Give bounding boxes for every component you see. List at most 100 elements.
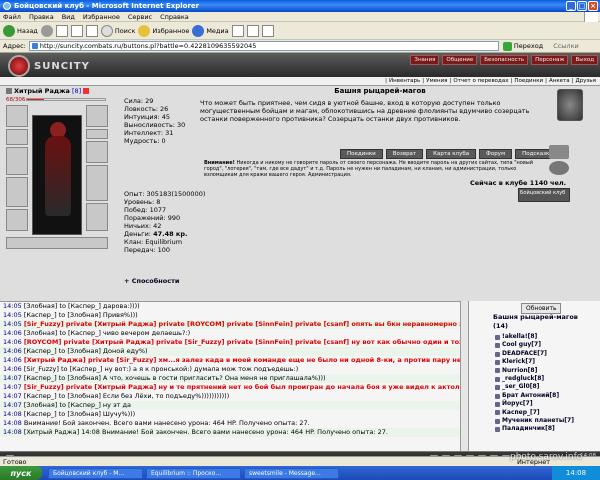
forward-button[interactable] bbox=[40, 24, 53, 37]
user-item[interactable]: _redgluck[8] bbox=[495, 375, 595, 383]
armor-slot[interactable] bbox=[6, 177, 28, 207]
go-button[interactable]: Переход bbox=[502, 41, 543, 51]
return-button[interactable]: Возврат bbox=[385, 149, 424, 159]
nav-communication[interactable]: Общение bbox=[442, 55, 478, 65]
task-forum[interactable]: Equilibrium :: Проско... bbox=[146, 467, 241, 479]
user-item[interactable]: Каспер_[7] bbox=[495, 409, 595, 417]
chat-message: [Хитрый Раджа] private [Sir_Fuzzy] хм...… bbox=[23, 356, 460, 364]
character-name[interactable]: Хитрый Раджа bbox=[14, 87, 70, 95]
search-button[interactable]: Поиск bbox=[100, 24, 135, 37]
home-button[interactable] bbox=[85, 24, 98, 37]
chat-time: 14:06 bbox=[3, 365, 22, 373]
nav-knowledge[interactable]: Знания bbox=[410, 55, 440, 65]
chat-time: 14:05 bbox=[3, 302, 22, 310]
refresh-button[interactable] bbox=[70, 24, 83, 37]
info-icon[interactable] bbox=[83, 88, 90, 94]
user-item[interactable]: Nurrion[8] bbox=[495, 367, 595, 375]
subnav-profile[interactable]: Анкета bbox=[549, 78, 570, 84]
scroll-icon[interactable] bbox=[549, 145, 569, 159]
minimize-button[interactable]: _ bbox=[566, 1, 576, 11]
chat-line: 14:05 [Каспер_] to [Злобная] Привя%))) bbox=[0, 311, 460, 320]
weapon-slot[interactable] bbox=[6, 147, 28, 175]
close-button[interactable]: × bbox=[588, 1, 598, 11]
orb-icon[interactable] bbox=[549, 161, 569, 175]
chat-message: [Sir_Fuzzy] private [Хитрый Раджа] priva… bbox=[23, 320, 460, 328]
chat-time: 14:08 bbox=[3, 428, 22, 436]
amulet-slot[interactable] bbox=[6, 129, 28, 145]
character-avatar[interactable] bbox=[32, 115, 82, 235]
subnav-skills[interactable]: Умения bbox=[426, 78, 447, 84]
links-button[interactable]: Ссылки bbox=[553, 42, 579, 50]
subnav-friends[interactable]: Друзья bbox=[575, 78, 596, 84]
status-text: Готово bbox=[3, 457, 27, 466]
chat-line: 14:05 [Sir_Fuzzy] private [Хитрый Раджа]… bbox=[0, 320, 460, 329]
user-item[interactable]: !akella![8] bbox=[495, 333, 595, 341]
task-ie[interactable]: Бойцовский клуб - М... bbox=[48, 467, 143, 479]
page-content: SUNCITY Знания Общение Безопасность Перс… bbox=[0, 53, 600, 456]
abilities-link[interactable]: + Способности bbox=[124, 277, 179, 285]
maximize-button[interactable]: □ bbox=[577, 1, 587, 11]
belt-slot[interactable] bbox=[6, 209, 28, 231]
subnav-duels[interactable]: Поединки bbox=[514, 78, 543, 84]
menu-bar: Файл Правка Вид Избранное Сервис Справка bbox=[0, 12, 600, 22]
user-item[interactable]: Йорус[7] bbox=[495, 400, 595, 408]
menu-tools[interactable]: Сервис bbox=[128, 13, 152, 21]
menu-edit[interactable]: Правка bbox=[29, 13, 54, 21]
user-item[interactable]: Cool guy[7] bbox=[495, 341, 595, 349]
print-button[interactable] bbox=[261, 24, 274, 37]
task-message[interactable]: sweetsmile - Message... bbox=[244, 467, 339, 479]
duels-button[interactable]: Поединки bbox=[340, 149, 383, 159]
shield-slot[interactable] bbox=[86, 165, 108, 201]
clan-icon bbox=[495, 351, 500, 357]
character-name-row: Хитрый Раджа [8] bbox=[6, 87, 90, 95]
chat-time: 14:07 bbox=[3, 374, 22, 382]
user-name: Паладинчик[8] bbox=[502, 425, 555, 433]
forward-arrow-icon bbox=[40, 24, 53, 37]
menu-file[interactable]: Файл bbox=[3, 13, 21, 21]
back-button[interactable]: Назад bbox=[3, 24, 38, 37]
chat-time: 14:05 bbox=[3, 311, 22, 319]
user-item[interactable]: _ser_Gl0[8] bbox=[495, 383, 595, 391]
nav-exit[interactable]: Выход bbox=[571, 55, 598, 65]
stat-wisdom: Мудрость: 0 bbox=[124, 137, 166, 145]
nav-character[interactable]: Персонаж bbox=[531, 55, 569, 65]
user-item[interactable]: Паладинчик[8] bbox=[495, 425, 595, 433]
toolbar: Назад Поиск Избранное Медиа bbox=[0, 22, 600, 40]
forum-button[interactable]: Форум bbox=[479, 149, 513, 159]
club-badge[interactable]: Бойцовский клуб bbox=[518, 188, 570, 202]
ring-slot-1[interactable] bbox=[86, 129, 108, 139]
chat-time: 14:06 bbox=[3, 329, 22, 337]
mail-button[interactable] bbox=[246, 24, 259, 37]
menu-view[interactable]: Вид bbox=[62, 13, 75, 21]
nav-security[interactable]: Безопасность bbox=[480, 55, 529, 65]
address-input[interactable]: http://suncity.combats.ru/buttons.pl?bat… bbox=[28, 41, 499, 51]
earrings-slot[interactable] bbox=[86, 105, 108, 127]
menu-help[interactable]: Справка bbox=[160, 13, 189, 21]
chat-line: 14:08 Внимание! Бой закончен. Всего вами… bbox=[0, 419, 460, 428]
user-item[interactable]: DEADFACE[7] bbox=[495, 350, 595, 358]
history-button[interactable] bbox=[231, 24, 244, 37]
club-map-button[interactable]: Карта клуба bbox=[426, 149, 477, 159]
start-button[interactable]: пуск bbox=[0, 466, 42, 480]
site-header: SUNCITY Знания Общение Безопасность Перс… bbox=[0, 53, 600, 77]
favorites-button[interactable]: Избранное bbox=[138, 24, 189, 37]
subnav-transfers[interactable]: Отчет о переводах bbox=[453, 78, 508, 84]
belt-items-slot[interactable] bbox=[6, 237, 108, 249]
user-item[interactable]: Мученик планеты[7] bbox=[495, 417, 595, 425]
user-item[interactable]: Klerick[7] bbox=[495, 358, 595, 366]
media-button[interactable]: Медиа bbox=[192, 24, 229, 37]
chat-scrollbar[interactable] bbox=[460, 301, 468, 451]
subnav-inventory[interactable]: Инвентарь bbox=[389, 78, 420, 84]
clan-icon bbox=[495, 376, 500, 382]
helmet-slot[interactable] bbox=[6, 105, 28, 127]
menu-favorites[interactable]: Избранное bbox=[83, 13, 120, 21]
chat-message: [Sir_Fuzzy] to [Каспер_] ну вот:) а я к … bbox=[23, 365, 299, 373]
chat-message: Внимание! Бой закончен. Всего вами нанес… bbox=[23, 419, 310, 427]
boots-slot[interactable] bbox=[86, 203, 108, 231]
user-item[interactable]: Брат Антоний[8] bbox=[495, 392, 595, 400]
chat-line: 14:06 [Каспер_] to [Злобная] Доной еду%) bbox=[0, 347, 460, 356]
gloves-slot[interactable] bbox=[86, 141, 108, 163]
stop-button[interactable] bbox=[55, 24, 68, 37]
chat-message: [Злобная] to [Каспер_] чиво вечером дела… bbox=[23, 329, 191, 337]
stat-agility: Ловкость: 26 bbox=[124, 105, 169, 113]
